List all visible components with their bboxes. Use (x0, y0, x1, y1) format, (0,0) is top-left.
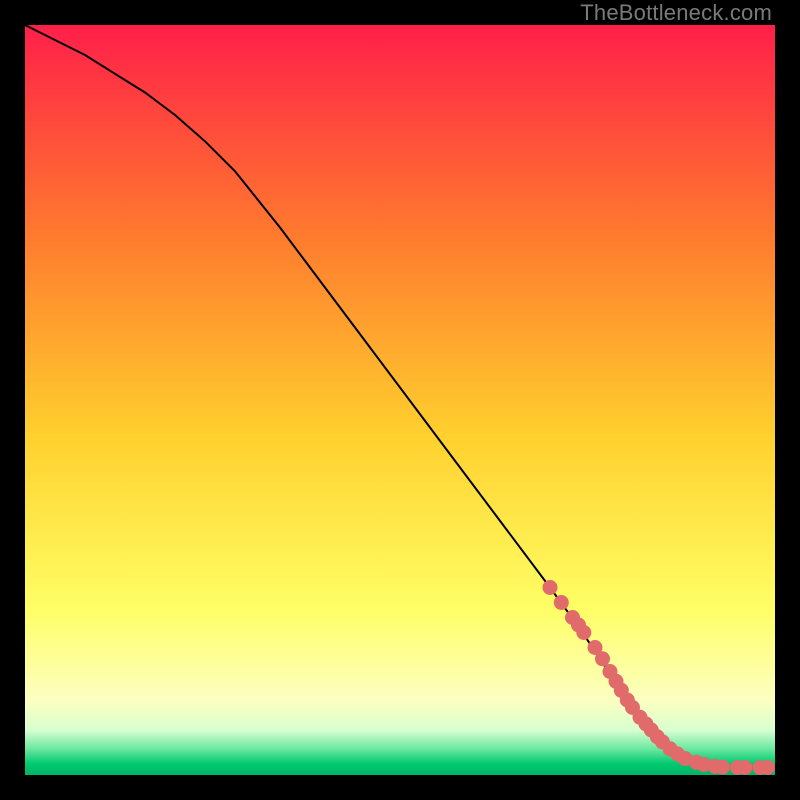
data-point (576, 625, 591, 640)
chart-frame (25, 25, 775, 775)
heatmap-background (25, 25, 775, 775)
bottleneck-chart (25, 25, 775, 775)
data-point (738, 760, 753, 775)
data-point (715, 760, 730, 775)
data-point (554, 595, 569, 610)
data-point (760, 760, 775, 775)
watermark-text: TheBottleneck.com (580, 0, 772, 26)
data-point (543, 580, 558, 595)
data-point (595, 651, 610, 666)
